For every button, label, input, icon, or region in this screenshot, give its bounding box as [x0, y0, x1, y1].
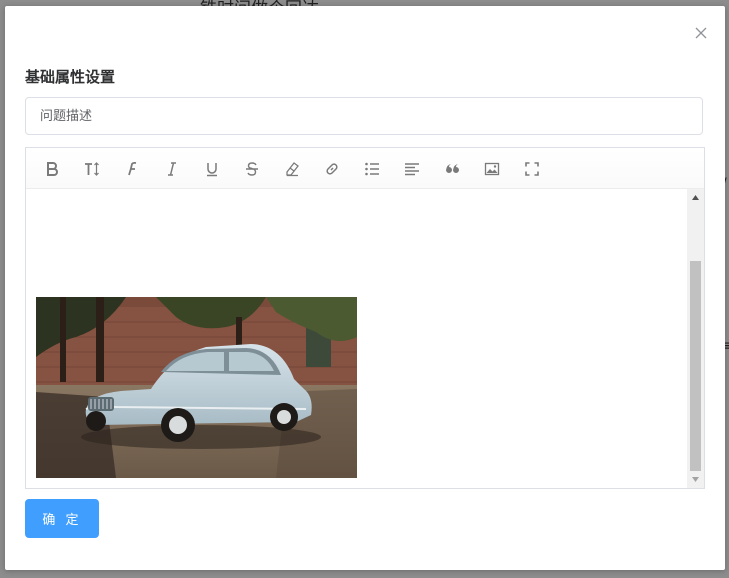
link-icon — [326, 163, 338, 175]
link-button[interactable] — [321, 158, 343, 180]
arrow-up-icon — [692, 195, 699, 200]
list-icon — [365, 162, 379, 176]
list-button[interactable] — [361, 158, 383, 180]
strikethrough-icon — [246, 162, 258, 176]
quote-icon — [446, 164, 459, 173]
align-button[interactable] — [401, 158, 423, 180]
dialog-title: 基础属性设置 — [25, 68, 116, 86]
close-button[interactable] — [691, 23, 711, 43]
image-button[interactable] — [481, 158, 503, 180]
eraser-icon — [286, 162, 299, 177]
confirm-button[interactable]: 确 定 — [25, 499, 99, 538]
vertical-scrollbar[interactable] — [687, 189, 704, 488]
car-photo — [36, 297, 357, 478]
font-button[interactable] — [121, 158, 143, 180]
italic-button[interactable] — [161, 158, 183, 180]
arrow-down-icon — [692, 477, 699, 482]
underline-button[interactable] — [201, 158, 223, 180]
italic-icon — [168, 162, 176, 176]
align-icon — [405, 163, 419, 176]
editor-content[interactable] — [26, 189, 686, 488]
settings-dialog: 基础属性设置 问题描述 确 定 — [5, 6, 725, 570]
strikethrough-button[interactable] — [241, 158, 263, 180]
quote-button[interactable] — [441, 158, 463, 180]
fullscreen-icon — [525, 162, 539, 176]
text-height-button[interactable] — [81, 158, 103, 180]
bold-icon — [47, 162, 58, 176]
editor-toolbar — [26, 148, 704, 189]
scrollbar-thumb[interactable] — [690, 261, 701, 471]
image-icon — [484, 162, 500, 176]
eraser-button[interactable] — [281, 158, 303, 180]
scroll-down-button[interactable] — [687, 471, 704, 488]
text-height-icon — [85, 162, 99, 176]
scroll-up-button[interactable] — [687, 189, 704, 206]
rich-text-editor — [25, 147, 705, 489]
fullscreen-button[interactable] — [521, 158, 543, 180]
font-icon — [128, 161, 137, 176]
bold-button[interactable] — [41, 158, 63, 180]
close-icon — [695, 27, 707, 39]
underline-icon — [207, 163, 217, 177]
description-input[interactable] — [25, 97, 703, 135]
